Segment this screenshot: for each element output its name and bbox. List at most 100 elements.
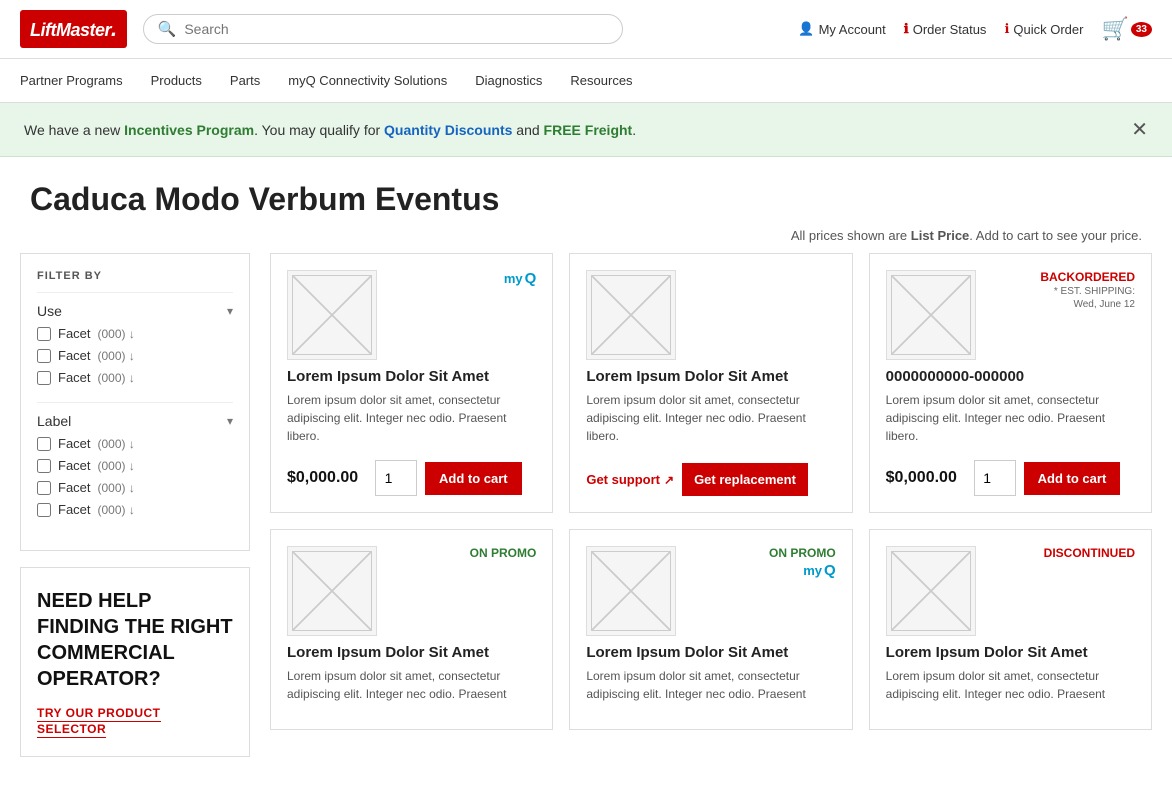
filter-use-facets: Facet (000) ↓ Facet (000) ↓ Facet (000) … [37, 326, 233, 385]
quantity-discounts-link[interactable]: Quantity Discounts [384, 122, 512, 138]
external-link-icon-2: ↗ [664, 473, 674, 487]
card-2-header [586, 270, 835, 360]
facet-use-2-checkbox[interactable] [37, 371, 51, 385]
get-replacement-button-2[interactable]: Get replacement [682, 463, 808, 496]
facet-label-1-checkbox[interactable] [37, 459, 51, 473]
help-box: NEED HELP FINDING THE RIGHT COMMERCIAL O… [20, 567, 250, 757]
product-card-3: BACKORDERED * EST. SHIPPING: Wed, June 1… [869, 253, 1152, 513]
filter-use-label: Use [37, 303, 62, 319]
on-promo-badge-5: ON PROMO [769, 546, 836, 560]
product-title-2: Lorem Ipsum Dolor Sit Amet [586, 368, 835, 385]
card-footer-1: $0,000.00 Add to cart [287, 460, 536, 496]
product-desc-5: Lorem ipsum dolor sit amet, consectetur … [586, 667, 835, 703]
product-card-1: myQ Lorem Ipsum Dolor Sit Amet Lorem ips… [270, 253, 553, 513]
facet-label-1[interactable]: Facet (000) ↓ [37, 458, 233, 473]
filter-title: FILTER BY [37, 270, 233, 282]
facet-label-3[interactable]: Facet (000) ↓ [37, 502, 233, 517]
incentives-program-link[interactable]: Incentives Program [124, 122, 254, 138]
filter-box: FILTER BY Use ▾ Facet (000) ↓ Facet [20, 253, 250, 551]
facet-label-2-checkbox[interactable] [37, 481, 51, 495]
card-footer-3: $0,000.00 Add to cart [886, 460, 1135, 496]
discontinued-badge-6: DISCONTINUED [1044, 546, 1135, 560]
card-support-area-2: Get support ↗ Get replacement [586, 463, 835, 496]
myq-badge-5: myQ [803, 562, 835, 579]
my-account-link[interactable]: 👤 My Account [798, 21, 885, 37]
quick-order-icon: ℹ [1004, 21, 1009, 37]
card-3-header: BACKORDERED * EST. SHIPPING: Wed, June 1… [886, 270, 1135, 360]
product-card-5: ON PROMO myQ Lorem Ipsum Dolor Sit Amet … [569, 529, 852, 730]
facet-use-1[interactable]: Facet (000) ↓ [37, 348, 233, 363]
product-title-3: 0000000000-000000 [886, 368, 1135, 385]
price-note: All prices shown are List Price. Add to … [0, 228, 1172, 253]
product-image-1 [287, 270, 377, 360]
quantity-input-1[interactable] [375, 460, 417, 496]
card-4-header: ON PROMO [287, 546, 536, 636]
backordered-badge-3: BACKORDERED [1040, 270, 1135, 284]
header-actions: 👤 My Account ℹ Order Status ℹ Quick Orde… [798, 16, 1152, 42]
filter-section-label-header[interactable]: Label ▾ [37, 413, 233, 429]
facet-label-0[interactable]: Facet (000) ↓ [37, 436, 233, 451]
logo[interactable]: LiftMaster. [20, 10, 127, 48]
cart-button[interactable]: 🛒 33 [1101, 16, 1152, 42]
page-title-area: Caduca Modo Verbum Eventus [0, 157, 1172, 228]
facet-label-3-checkbox[interactable] [37, 503, 51, 517]
search-input[interactable] [184, 21, 607, 37]
page-title: Caduca Modo Verbum Eventus [30, 181, 1142, 218]
product-price-3: $0,000.00 [886, 469, 966, 487]
card-3-badges: BACKORDERED * EST. SHIPPING: Wed, June 1… [1040, 270, 1135, 310]
quick-order-link[interactable]: ℹ Quick Order [1004, 21, 1083, 37]
facet-use-2[interactable]: Facet (000) ↓ [37, 370, 233, 385]
banner-text-before: We have a new [24, 122, 124, 138]
account-icon: 👤 [798, 21, 814, 37]
get-support-link-2[interactable]: Get support ↗ [586, 472, 674, 487]
filter-label-label: Label [37, 413, 71, 429]
add-to-cart-button-3[interactable]: Add to cart [1024, 462, 1121, 495]
card-6-badges: DISCONTINUED [1044, 546, 1135, 560]
product-desc-6: Lorem ipsum dolor sit amet, consectetur … [886, 667, 1135, 703]
product-desc-1: Lorem ipsum dolor sit amet, consectetur … [287, 391, 536, 450]
main-layout: FILTER BY Use ▾ Facet (000) ↓ Facet [0, 253, 1172, 787]
facet-use-0-checkbox[interactable] [37, 327, 51, 341]
search-bar[interactable]: 🔍 [143, 14, 623, 44]
banner-text-middle: . You may qualify for [254, 122, 384, 138]
order-status-link[interactable]: ℹ Order Status [904, 21, 987, 37]
add-to-cart-button-1[interactable]: Add to cart [425, 462, 522, 495]
nav-item-products[interactable]: Products [151, 59, 202, 102]
nav-item-myq[interactable]: myQ Connectivity Solutions [288, 59, 447, 102]
product-selector-link[interactable]: TRY OUR PRODUCT SELECTOR [37, 706, 161, 738]
promo-banner: We have a new Incentives Program. You ma… [0, 103, 1172, 157]
facet-label-0-checkbox[interactable] [37, 437, 51, 451]
filter-section-use-header[interactable]: Use ▾ [37, 303, 233, 319]
banner-close-button[interactable]: ✕ [1131, 117, 1148, 142]
banner-end: . [632, 122, 636, 138]
product-image-2 [586, 270, 676, 360]
nav-item-diagnostics[interactable]: Diagnostics [475, 59, 542, 102]
product-title-1: Lorem Ipsum Dolor Sit Amet [287, 368, 536, 385]
filter-label-facets: Facet (000) ↓ Facet (000) ↓ Facet (000) … [37, 436, 233, 517]
product-title-6: Lorem Ipsum Dolor Sit Amet [886, 644, 1135, 661]
info-icon: ℹ [904, 21, 909, 37]
est-shipping-date-3: Wed, June 12 [1073, 299, 1135, 310]
nav-item-partner-programs[interactable]: Partner Programs [20, 59, 123, 102]
facet-label-2[interactable]: Facet (000) ↓ [37, 480, 233, 495]
cart-icon: 🛒 [1101, 16, 1128, 42]
card-6-header: DISCONTINUED [886, 546, 1135, 636]
free-freight-link[interactable]: FREE Freight [544, 122, 633, 138]
help-title: NEED HELP FINDING THE RIGHT COMMERCIAL O… [37, 588, 233, 692]
card-4-badges: ON PROMO [470, 546, 537, 560]
filter-section-use: Use ▾ Facet (000) ↓ Facet (000) ↓ [37, 292, 233, 402]
product-image-5 [586, 546, 676, 636]
product-price-1: $0,000.00 [287, 469, 367, 487]
facet-use-0[interactable]: Facet (000) ↓ [37, 326, 233, 341]
quantity-input-3[interactable] [974, 460, 1016, 496]
est-shipping-label-3: * EST. SHIPPING: [1054, 286, 1135, 297]
nav-item-parts[interactable]: Parts [230, 59, 260, 102]
banner-and: and [512, 122, 543, 138]
filter-use-chevron: ▾ [227, 304, 233, 318]
product-image-4 [287, 546, 377, 636]
nav-item-resources[interactable]: Resources [570, 59, 632, 102]
header: LiftMaster. 🔍 👤 My Account ℹ Order Statu… [0, 0, 1172, 59]
product-card-4: ON PROMO Lorem Ipsum Dolor Sit Amet Lore… [270, 529, 553, 730]
product-image-3 [886, 270, 976, 360]
facet-use-1-checkbox[interactable] [37, 349, 51, 363]
